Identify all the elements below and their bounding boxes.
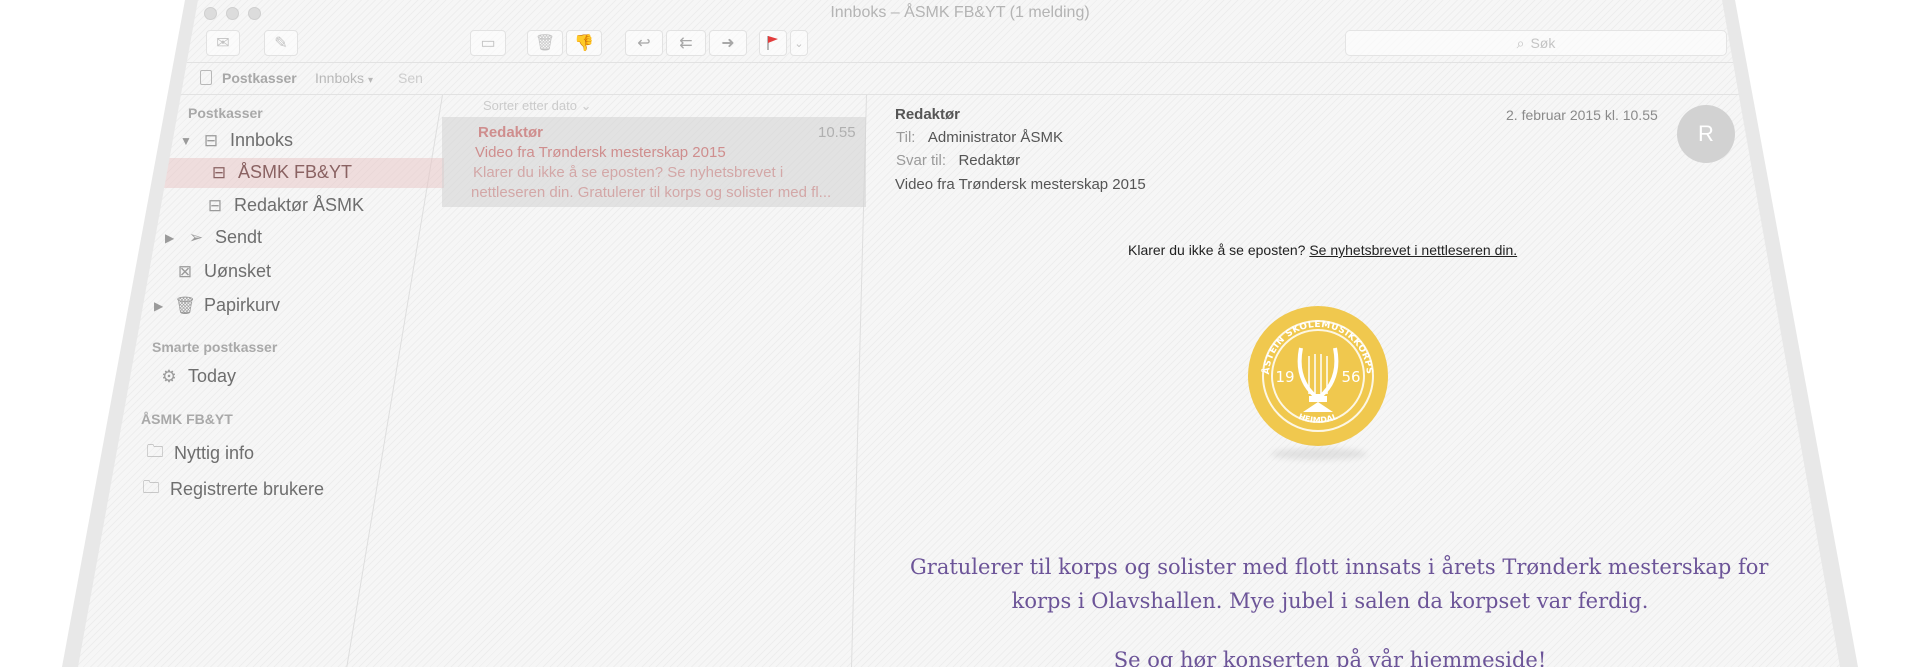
toolbar-divider [180, 62, 1740, 63]
sidebar-item-label: ÅSMK FB&YT [238, 162, 353, 182]
envelope-icon: ✉ [216, 35, 230, 52]
sidebar-header-account: ÅSMK FB&YT [141, 411, 233, 427]
to-value[interactable]: Administrator ÅSMK [928, 129, 1063, 146]
message-time: 10.55 [818, 124, 856, 141]
sidebar-item-label: Nyttig info [174, 443, 255, 463]
to-label: Til: [896, 129, 916, 146]
email-reply-to-row: Svar til: Redaktør [896, 152, 1020, 170]
paper-plane-icon: ➢ [188, 227, 204, 247]
folder-icon: 🗀 [146, 442, 164, 461]
browser-prompt-text: Klarer du ikke å se eposten? [1128, 242, 1306, 258]
disclosure-closed-icon[interactable]: ▶ [165, 231, 177, 245]
avatar-letter: R [1698, 121, 1714, 146]
chevron-down-icon: ⌄ [794, 37, 804, 50]
newsletter-browser-prompt: Klarer du ikke å se eposten? Se nyhetsbr… [1128, 242, 1517, 258]
inbox-tray-icon: ⊟ [207, 195, 223, 215]
flag-icon [767, 36, 778, 50]
band-logo: ÅSTEIN SKOLEMUSIKKORPS HEIMDAL 19 56 [1243, 300, 1393, 470]
newsletter-homepage-link[interactable]: Se og hør konserten på vår hjemmeside! [910, 648, 1750, 667]
close-window-button[interactable] [204, 7, 217, 20]
message-subject[interactable]: Video fra Trøndersk mesterskap 2015 [475, 144, 726, 161]
mail-window: Innboks – ÅSMK FB&YT (1 melding) ✉ ✎ ▭ 🗑… [78, 0, 1840, 667]
sidebar-item-trash[interactable]: ▶ 🗑 Papirkurv [154, 295, 280, 316]
archive-button[interactable]: ▭ [470, 30, 506, 56]
disclosure-open-icon[interactable]: ▼ [180, 134, 192, 148]
inbox-tray-icon: ⊟ [211, 162, 227, 182]
search-field[interactable]: ⌕ Søk [1345, 30, 1727, 56]
compose-icon: ✎ [274, 35, 288, 52]
sidebar-header-mailboxes: Postkasser [188, 105, 263, 121]
sidebar-item-junk[interactable]: ⊠ Uønsket [174, 261, 271, 282]
flag-button[interactable] [759, 30, 787, 56]
lyre-emblem-icon: ÅSTEIN SKOLEMUSIKKORPS HEIMDAL 19 56 [1248, 306, 1388, 446]
favorites-sent-button[interactable]: Sen [398, 70, 423, 86]
chevron-down-icon: ▾ [367, 75, 373, 86]
reply-to-value[interactable]: Redaktør [958, 152, 1020, 169]
newsletter-body-line: Gratulerer til korps og solister med flo… [910, 555, 1769, 579]
chevron-down-icon: ⌄ [580, 98, 592, 113]
message-preview-line: nettleseren din. Gratulerer til korps og… [471, 184, 832, 201]
delete-button[interactable]: 🗑 [527, 30, 563, 56]
sidebar-item-redaktor-asmk[interactable]: ⊟ Redaktør ÅSMK [204, 195, 364, 216]
sort-label: Sorter etter dato [483, 98, 577, 113]
sidebar-item-today[interactable]: ⚙ Today [158, 366, 236, 387]
compose-button[interactable]: ✎ [264, 30, 298, 56]
email-sender: Redaktør [895, 106, 961, 123]
favorites-divider [175, 94, 1745, 95]
reply-all-icon: ⇇ [679, 35, 693, 52]
favorites-inbox-button[interactable]: Innboks ▾ [315, 70, 373, 86]
sidebar-item-asmk-fbyt[interactable]: ⊟ ÅSMK FB&YT [208, 162, 352, 183]
logo-shadow [1271, 448, 1367, 460]
sidebar-item-label: Papirkurv [204, 295, 281, 315]
avatar: R [1677, 105, 1735, 163]
search-placeholder: Søk [1530, 35, 1556, 51]
sidebar-item-registrerte-brukere[interactable]: 🗀 Registrerte brukere [140, 475, 325, 504]
folder-icon: 🗀 [142, 478, 160, 497]
inbox-tray-icon: ⊟ [203, 130, 219, 150]
sidebar-item-label: Sendt [215, 227, 263, 247]
sidebar-item-inbox[interactable]: ▼ ⊟ Innboks [180, 130, 293, 151]
junk-box-icon: ⊠ [177, 261, 193, 281]
sidebar-item-label: Innboks [230, 130, 294, 150]
message-preview-line: Klarer du ikke å se eposten? Se nyhetsbr… [473, 164, 784, 181]
zoom-window-button[interactable] [248, 7, 261, 20]
reply-icon: ↩ [637, 35, 651, 52]
sidebar-header-smart-mailboxes: Smarte postkasser [152, 339, 278, 355]
gear-icon: ⚙ [161, 366, 177, 386]
sort-menu[interactable]: Sorter etter dato ⌄ [483, 98, 591, 114]
favorites-mailboxes-button[interactable]: Postkasser [222, 70, 297, 86]
thumbs-down-icon: 👎 [574, 35, 594, 52]
disclosure-closed-icon[interactable]: ▶ [154, 299, 166, 313]
view-in-browser-link[interactable]: Se nyhetsbrevet i nettleseren din. [1309, 242, 1517, 258]
logo-year-right: 56 [1341, 368, 1360, 386]
newsletter-body-line: korps i Olavshallen. Mye jubel i salen d… [1011, 589, 1649, 613]
sidebar-item-label: Uønsket [204, 261, 272, 281]
email-to-row: Til: Administrator ÅSMK [896, 129, 1063, 147]
junk-button[interactable]: 👎 [566, 30, 602, 56]
sidebar-item-nyttig-info[interactable]: 🗀 Nyttig info [144, 439, 255, 468]
forward-button[interactable]: ➜ [709, 30, 747, 56]
get-mail-button[interactable]: ✉ [206, 30, 240, 56]
logo-year-left: 19 [1275, 368, 1294, 386]
archive-icon: ▭ [480, 35, 496, 52]
search-icon: ⌕ [1516, 34, 1525, 51]
window-title: Innboks – ÅSMK FB&YT (1 melding) [830, 4, 1090, 21]
reply-all-button[interactable]: ⇇ [666, 30, 706, 56]
minimize-window-button[interactable] [226, 7, 239, 20]
reply-button[interactable]: ↩ [625, 30, 663, 56]
sidebar-toggle-icon[interactable] [200, 70, 212, 85]
sidebar-item-sent[interactable]: ▶ ➢ Sendt [165, 227, 262, 248]
flag-menu-button[interactable]: ⌄ [790, 30, 808, 56]
sidebar-item-label: Today [188, 366, 237, 386]
message-from[interactable]: Redaktør [478, 124, 543, 141]
sidebar-item-label: Registrerte brukere [170, 479, 325, 499]
trash-icon: 🗑 [174, 295, 196, 315]
email-date: 2. februar 2015 kl. 10.55 [1506, 107, 1658, 123]
forward-icon: ➜ [721, 35, 735, 52]
email-subject: Video fra Trøndersk mesterskap 2015 [895, 176, 1146, 193]
favorites-inbox-label: Innboks [315, 70, 365, 86]
sidebar-item-label: Redaktør ÅSMK [234, 195, 365, 215]
reply-to-label: Svar til: [896, 152, 947, 169]
trash-icon: 🗑 [534, 35, 556, 52]
